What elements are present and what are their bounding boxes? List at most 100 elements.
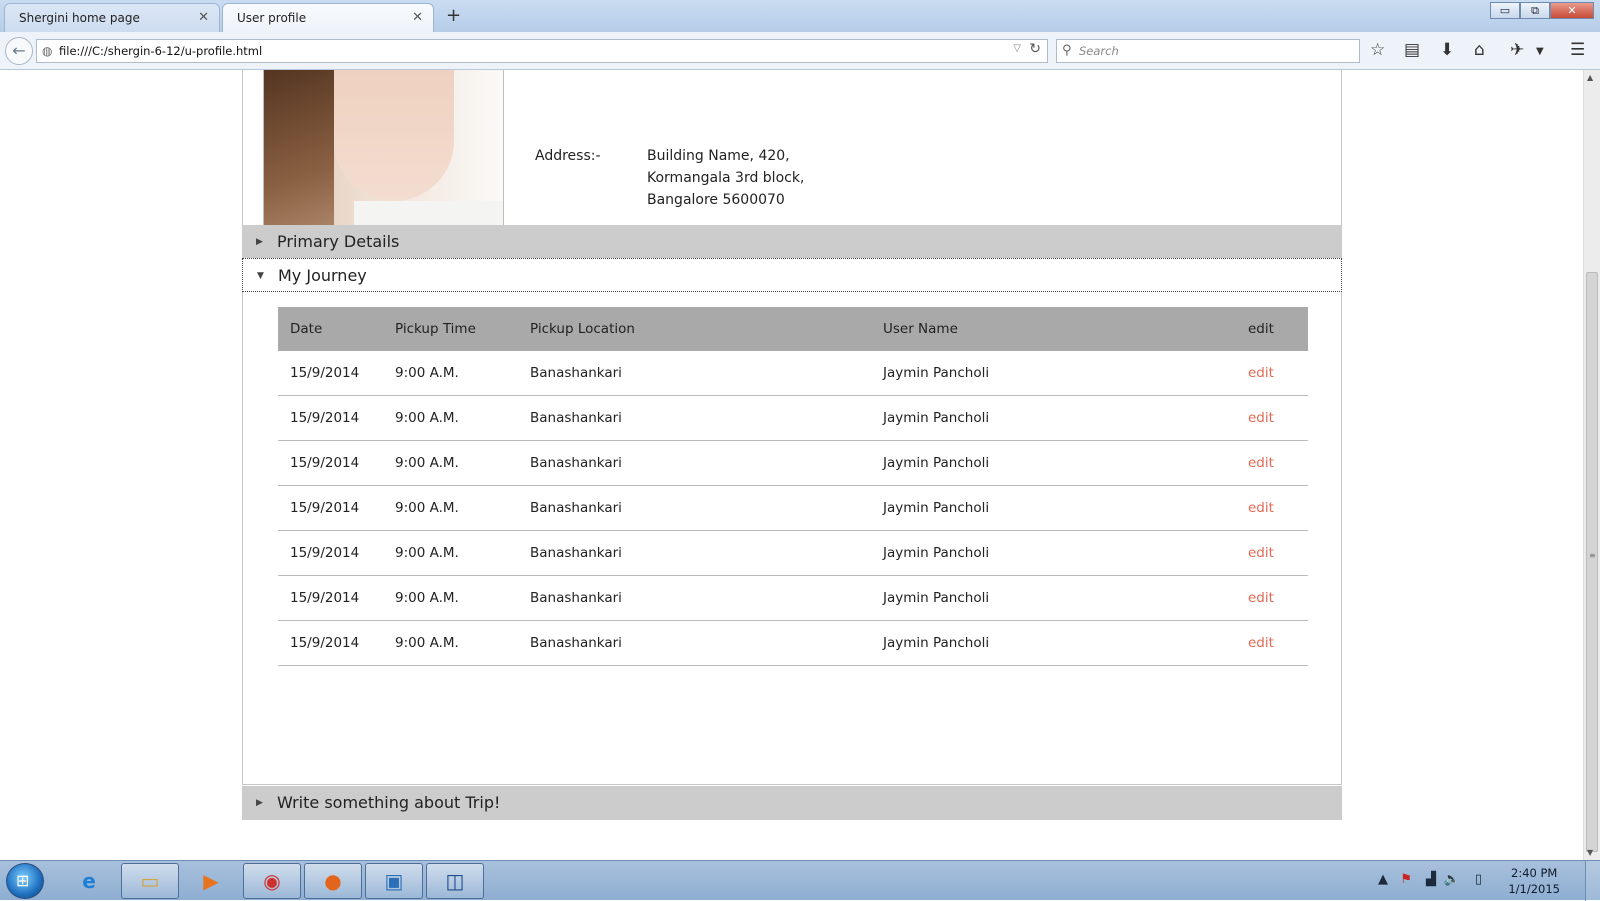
clock[interactable]: 2:40 PM 1/1/2015 xyxy=(1508,865,1560,897)
reload-icon[interactable]: ↻ xyxy=(1029,41,1041,57)
cell-edit: edit xyxy=(1236,530,1308,576)
column-header-pickup-location: Pickup Location xyxy=(518,307,871,351)
firefox-icon[interactable]: ● xyxy=(304,863,362,899)
cell-date: 15/9/2014 xyxy=(278,575,383,621)
start-button[interactable]: ⊞ xyxy=(6,863,44,899)
cell-user-name: Jaymin Pancholi xyxy=(871,351,1236,396)
table-header-row: Date Pickup Time Pickup Location User Na… xyxy=(278,307,1308,351)
scroll-up-icon[interactable]: ▲ xyxy=(1587,73,1593,82)
battery-icon[interactable]: ▯ xyxy=(1475,872,1482,887)
show-desktop-button[interactable] xyxy=(1585,861,1600,901)
cell-date: 15/9/2014 xyxy=(278,395,383,441)
cell-edit: edit xyxy=(1236,351,1308,396)
tab-shergini-home[interactable]: Shergini home page ✕ xyxy=(4,3,220,32)
restore-button[interactable]: ⧉ xyxy=(1520,2,1550,19)
table-row: 15/9/2014 9:00 A.M. Banashankari Jaymin … xyxy=(278,575,1308,621)
cell-date: 15/9/2014 xyxy=(278,620,383,666)
internet-explorer-icon[interactable]: e xyxy=(60,863,118,899)
address-label: Address:- xyxy=(535,148,601,164)
photo-viewer-icon[interactable]: ▣ xyxy=(365,863,423,899)
edit-link[interactable]: edit xyxy=(1248,590,1274,606)
extension-icon[interactable]: ✈ xyxy=(1510,40,1524,60)
address-line: Bangalore 5600070 xyxy=(647,192,785,208)
scroll-thumb[interactable]: ≡ xyxy=(1586,272,1598,852)
search-input[interactable] xyxy=(1079,41,1349,61)
table-row: 15/9/2014 9:00 A.M. Banashankari Jaymin … xyxy=(278,440,1308,486)
window-controls: ▭ ⧉ ✕ xyxy=(1490,2,1594,20)
edit-link[interactable]: edit xyxy=(1248,455,1274,471)
cell-user-name: Jaymin Pancholi xyxy=(871,440,1236,486)
cell-pickup-time: 9:00 A.M. xyxy=(383,440,518,486)
bookmarks-list-icon[interactable]: ▤ xyxy=(1404,40,1420,60)
dropdown-icon[interactable]: ▽ xyxy=(1013,43,1021,54)
cell-date: 15/9/2014 xyxy=(278,351,383,396)
tab-label: Shergini home page xyxy=(19,11,140,25)
cell-pickup-time: 9:00 A.M. xyxy=(383,620,518,666)
close-icon[interactable]: ✕ xyxy=(198,4,209,32)
volume-icon[interactable]: 🔈 xyxy=(1444,872,1460,887)
flag-icon[interactable]: ⚑ xyxy=(1400,872,1412,887)
edit-link[interactable]: edit xyxy=(1248,635,1274,651)
minimize-button[interactable]: ▭ xyxy=(1490,2,1520,19)
edit-link[interactable]: edit xyxy=(1248,365,1274,381)
globe-icon: ◍ xyxy=(42,44,53,58)
menu-icon[interactable]: ☰ xyxy=(1570,40,1585,60)
file-explorer-icon[interactable]: ▭ xyxy=(121,863,179,899)
back-button[interactable]: ← xyxy=(5,37,33,65)
clock-date: 1/1/2015 xyxy=(1508,882,1560,896)
address-line: Kormangala 3rd block, xyxy=(647,170,805,186)
url-input[interactable] xyxy=(59,41,999,61)
search-bar[interactable]: ⚲ xyxy=(1056,39,1360,63)
edit-link[interactable]: edit xyxy=(1248,545,1274,561)
new-tab-button[interactable]: + xyxy=(446,4,461,28)
page-viewport: Address:- Building Name, 420, Kormangala… xyxy=(0,70,1583,860)
table-row: 15/9/2014 9:00 A.M. Banashankari Jaymin … xyxy=(278,351,1308,396)
table-row: 15/9/2014 9:00 A.M. Banashankari Jaymin … xyxy=(278,485,1308,531)
chevron-up-icon[interactable]: ▲ xyxy=(1378,872,1388,887)
tab-user-profile[interactable]: User profile ✕ xyxy=(222,3,434,32)
table-row: 15/9/2014 9:00 A.M. Banashankari Jaymin … xyxy=(278,620,1308,666)
search-icon: ⚲ xyxy=(1062,43,1072,58)
caret-right-icon: ▶ xyxy=(256,798,263,808)
chrome-icon[interactable]: ◉ xyxy=(243,863,301,899)
accordion-my-journey[interactable]: ▼ My Journey xyxy=(242,258,1342,292)
clock-time: 2:40 PM xyxy=(1511,866,1558,880)
journey-table: Date Pickup Time Pickup Location User Na… xyxy=(278,307,1308,666)
cell-edit: edit xyxy=(1236,620,1308,666)
vertical-scrollbar[interactable]: ▲ ≡ ▼ xyxy=(1583,70,1600,860)
grip-icon: ≡ xyxy=(1589,551,1596,560)
cell-pickup-location: Banashankari xyxy=(518,530,871,576)
download-icon[interactable]: ⬇ xyxy=(1440,40,1454,60)
tab-label: User profile xyxy=(237,11,307,25)
column-header-pickup-time: Pickup Time xyxy=(383,307,518,351)
cell-date: 15/9/2014 xyxy=(278,530,383,576)
cell-edit: edit xyxy=(1236,395,1308,441)
cell-pickup-location: Banashankari xyxy=(518,351,871,396)
cell-pickup-location: Banashankari xyxy=(518,485,871,531)
accordion-primary-details[interactable]: ▶ Primary Details xyxy=(242,225,1342,259)
scroll-down-icon[interactable]: ▼ xyxy=(1587,848,1593,857)
cell-pickup-location: Banashankari xyxy=(518,620,871,666)
table-row: 15/9/2014 9:00 A.M. Banashankari Jaymin … xyxy=(278,395,1308,441)
my-journey-panel: Date Pickup Time Pickup Location User Na… xyxy=(242,292,1342,785)
cell-user-name: Jaymin Pancholi xyxy=(871,575,1236,621)
url-bar[interactable]: ◍ ▽ ↻ xyxy=(36,39,1048,63)
home-icon[interactable]: ⌂ xyxy=(1474,40,1485,60)
close-icon[interactable]: ✕ xyxy=(412,4,423,32)
chevron-down-icon[interactable]: ▼ xyxy=(1536,42,1544,62)
edit-link[interactable]: edit xyxy=(1248,410,1274,426)
network-icon[interactable]: ▟ xyxy=(1426,872,1436,887)
accordion-write-trip[interactable]: ▶ Write something about Trip! xyxy=(242,786,1342,820)
edit-link[interactable]: edit xyxy=(1248,500,1274,516)
media-player-icon[interactable]: ▶ xyxy=(182,863,240,899)
bookmark-star-icon[interactable]: ☆ xyxy=(1370,40,1385,60)
cell-edit: edit xyxy=(1236,575,1308,621)
windows-logo-icon: ⊞ xyxy=(16,871,30,890)
window-close-button[interactable]: ✕ xyxy=(1550,2,1594,19)
cell-pickup-location: Banashankari xyxy=(518,575,871,621)
cell-user-name: Jaymin Pancholi xyxy=(871,485,1236,531)
app-icon[interactable]: ◫ xyxy=(426,863,484,899)
tab-bar: Shergini home page ✕ User profile ✕ + ▭ … xyxy=(0,0,1600,32)
cell-pickup-time: 9:00 A.M. xyxy=(383,485,518,531)
cell-pickup-location: Banashankari xyxy=(518,395,871,441)
